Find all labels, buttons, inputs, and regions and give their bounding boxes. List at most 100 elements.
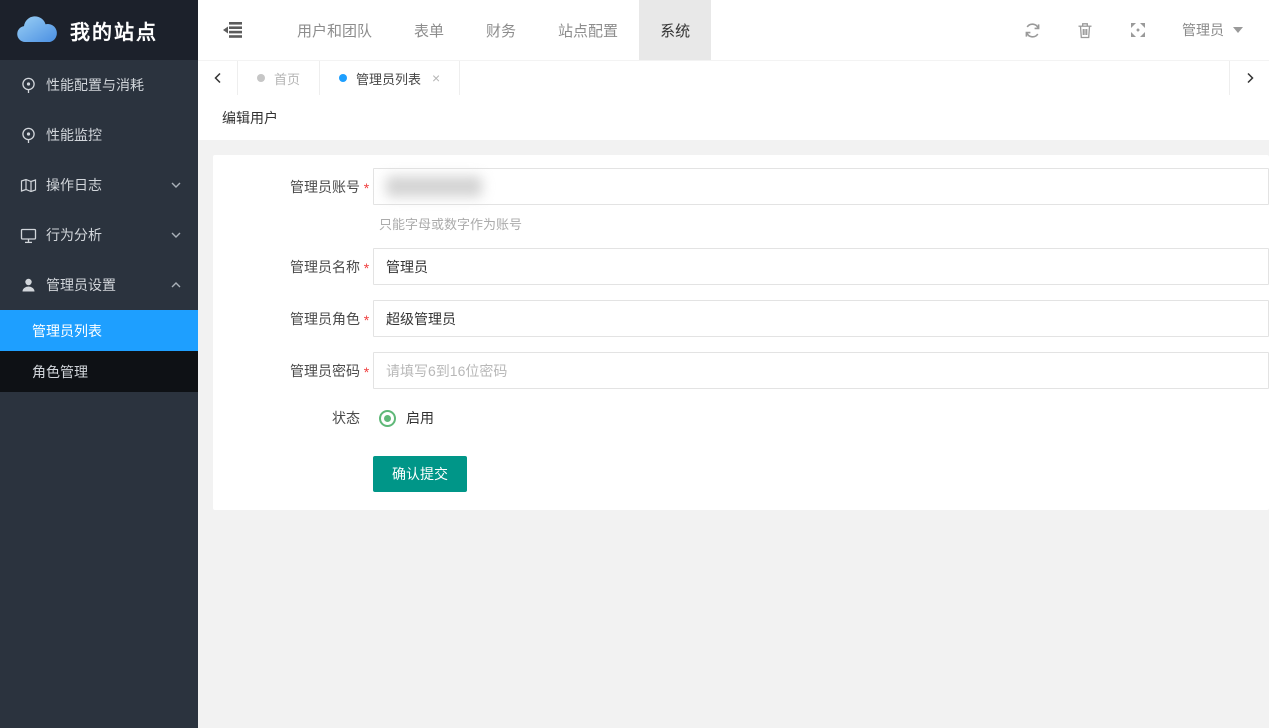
broadcast-icon [20, 127, 37, 144]
status-enabled-radio[interactable]: 启用 [373, 408, 1269, 428]
tab-close-icon[interactable]: × [432, 71, 440, 85]
sidebar: 我的站点 性能配置与消耗 性能监控 [0, 0, 198, 728]
monitor-icon [20, 227, 37, 244]
form-item-role: 管理员角色 * [213, 300, 1269, 337]
required-marker: * [360, 309, 373, 328]
field-column [373, 352, 1269, 389]
required-marker: * [360, 177, 373, 196]
admin-password-input[interactable] [373, 352, 1269, 389]
topnav-label: 财务 [486, 20, 516, 41]
form-item-password: 管理员密码 * [213, 352, 1269, 389]
form-item-submit: 确认提交 [213, 456, 1269, 492]
topnav-label: 表单 [414, 20, 444, 41]
content-area: 管理员账号 * 只能字母或数字作为账号 管理员名称 [198, 140, 1269, 728]
required-marker: * [360, 257, 373, 276]
form-item-name: 管理员名称 * [213, 248, 1269, 285]
admin-settings-submenu: 管理员列表 角色管理 [0, 310, 198, 392]
tab-label: 首页 [274, 69, 300, 88]
field-label: 管理员密码 * [213, 352, 373, 389]
sidebar-item-performance-monitor[interactable]: 性能监控 [0, 110, 198, 160]
submenu-item-label: 管理员列表 [32, 321, 102, 341]
topnav-item-system[interactable]: 系统 [639, 0, 711, 60]
field-column: 启用 [373, 408, 1269, 428]
radio-circle-icon [379, 410, 396, 427]
sidebar-item-admin-settings[interactable]: 管理员设置 [0, 260, 198, 310]
field-label: 管理员名称 * [213, 248, 373, 285]
tab-status-dot [339, 74, 347, 82]
label-text: 管理员角色 [290, 309, 360, 329]
topbar: 用户和团队 表单 财务 站点配置 系统 [198, 0, 1269, 60]
caret-down-icon [1233, 27, 1243, 33]
user-dropdown[interactable]: 管理员 [1182, 20, 1243, 40]
tab-home[interactable]: 首页 [238, 61, 320, 95]
submenu-item-label: 角色管理 [32, 362, 88, 382]
broadcast-icon [20, 77, 37, 94]
sidebar-item-performance-config[interactable]: 性能配置与消耗 [0, 60, 198, 110]
field-label: 管理员账号 * [213, 168, 373, 205]
sidebar-item-label: 操作日志 [46, 175, 102, 195]
sidebar-item-admin-list[interactable]: 管理员列表 [0, 310, 198, 351]
field-column [373, 248, 1269, 285]
topnav-item-finance[interactable]: 财务 [465, 0, 537, 60]
topbar-actions: 管理员 [1023, 20, 1269, 40]
account-input-wrap [373, 168, 1269, 205]
form-item-status: 状态 * 启用 [213, 404, 1269, 432]
tabs-scroll-left-button[interactable] [198, 61, 238, 95]
account-help-text: 只能字母或数字作为账号 [379, 214, 1269, 233]
topnav-item-site-config[interactable]: 站点配置 [537, 0, 639, 60]
label-text: 管理员账号 [290, 177, 360, 197]
user-icon [20, 277, 37, 294]
refresh-icon[interactable] [1023, 21, 1041, 39]
topnav-label: 系统 [660, 20, 690, 41]
label-text: 状态 [332, 408, 360, 428]
admin-account-input[interactable] [373, 168, 1269, 205]
radio-dot [384, 415, 391, 422]
submit-button[interactable]: 确认提交 [373, 456, 467, 492]
tab-status-dot [257, 74, 265, 82]
page-header: 编辑用户 [198, 95, 1269, 140]
admin-name-input[interactable] [373, 248, 1269, 285]
fullscreen-icon[interactable] [1129, 21, 1147, 39]
tab-admin-list[interactable]: 管理员列表 × [320, 61, 460, 95]
tabs-scroll-right-button[interactable] [1229, 61, 1269, 95]
sidebar-item-label: 行为分析 [46, 225, 102, 245]
topnav-label: 站点配置 [558, 20, 618, 41]
tabbar: 首页 管理员列表 × [198, 60, 1269, 95]
form-item-account: 管理员账号 * 只能字母或数字作为账号 [213, 168, 1269, 233]
trash-icon[interactable] [1076, 21, 1094, 39]
top-navigation: 用户和团队 表单 财务 站点配置 系统 [276, 0, 711, 60]
edit-user-form-card: 管理员账号 * 只能字母或数字作为账号 管理员名称 [213, 155, 1269, 510]
logo: 我的站点 [0, 0, 198, 60]
admin-role-input[interactable] [373, 300, 1269, 337]
page-title: 编辑用户 [222, 108, 278, 128]
app-window: 我的站点 性能配置与消耗 性能监控 [0, 0, 1269, 728]
label-text: 管理员名称 [290, 257, 360, 277]
main-area: 用户和团队 表单 财务 站点配置 系统 [198, 0, 1269, 728]
label-text: 管理员密码 [290, 361, 360, 381]
book-icon [20, 177, 37, 194]
menu-fold-icon[interactable] [222, 19, 244, 41]
sidebar-item-label: 性能监控 [46, 125, 102, 145]
sidebar-item-label: 管理员设置 [46, 275, 116, 295]
radio-label: 启用 [406, 408, 434, 428]
chevron-down-icon [170, 229, 182, 241]
sidebar-item-role-management[interactable]: 角色管理 [0, 351, 198, 392]
chevron-up-icon [170, 279, 182, 291]
chevron-down-icon [170, 179, 182, 191]
tab-label: 管理员列表 [356, 69, 421, 88]
sidebar-menu: 性能配置与消耗 性能监控 操作日志 [0, 60, 198, 728]
sidebar-item-operation-log[interactable]: 操作日志 [0, 160, 198, 210]
field-label: 管理员角色 * [213, 300, 373, 337]
field-column: 只能字母或数字作为账号 [373, 168, 1269, 233]
required-marker: * [360, 361, 373, 380]
username-label: 管理员 [1182, 20, 1224, 40]
topnav-item-users-teams[interactable]: 用户和团队 [276, 0, 393, 60]
site-title: 我的站点 [70, 16, 158, 45]
topnav-item-forms[interactable]: 表单 [393, 0, 465, 60]
field-label: 状态 * [213, 404, 373, 432]
sidebar-item-behavior-analysis[interactable]: 行为分析 [0, 210, 198, 260]
sidebar-item-label: 性能配置与消耗 [46, 75, 144, 95]
topnav-label: 用户和团队 [297, 20, 372, 41]
field-column [373, 300, 1269, 337]
cloud-logo-icon [14, 14, 60, 46]
